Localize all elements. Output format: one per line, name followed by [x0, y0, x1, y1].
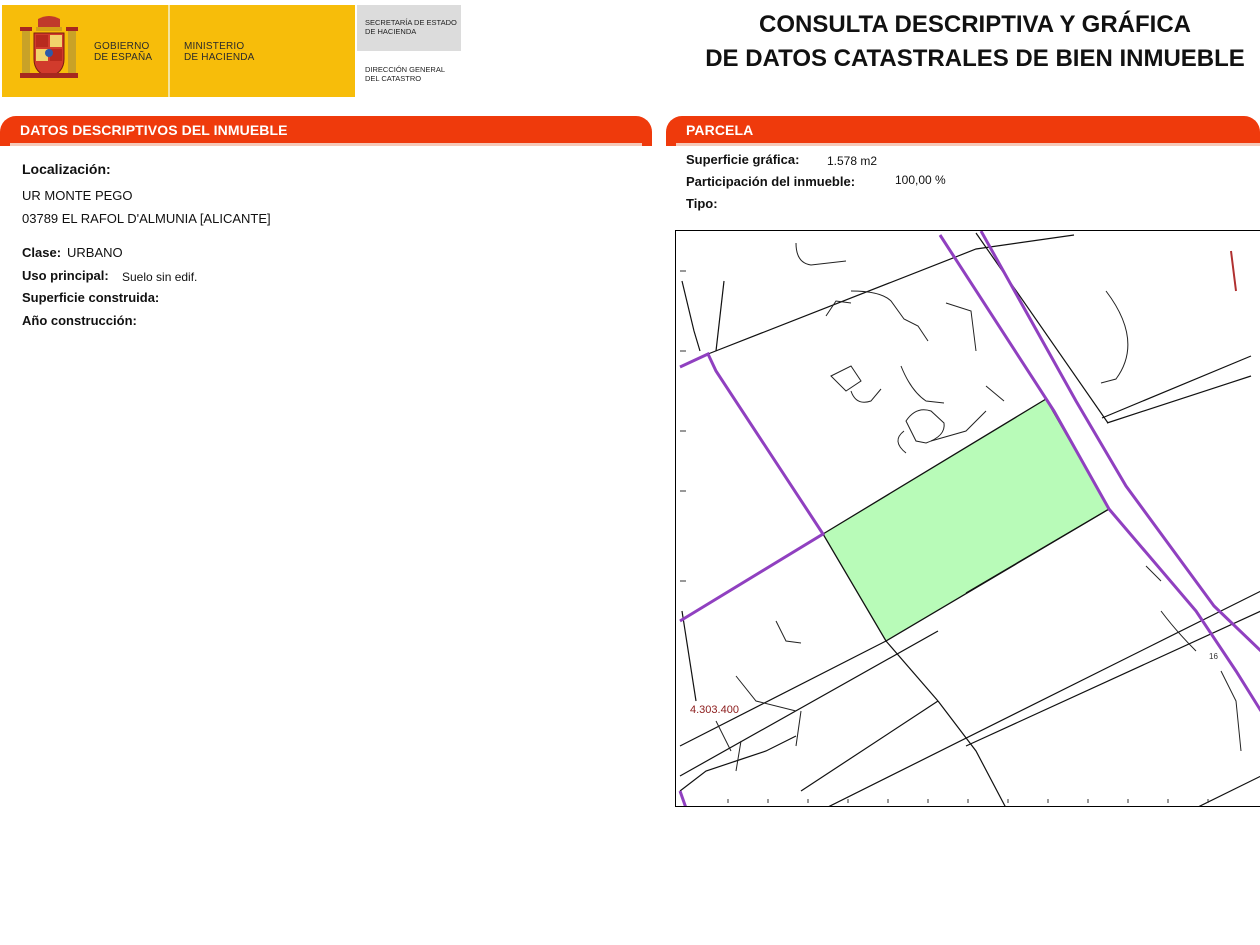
map-coordinate-label: 4.303.400 [690, 704, 739, 716]
secretaria-text: SECRETARÍA DE ESTADO DE HACIENDA [365, 18, 457, 36]
secretaria-line1: SECRETARÍA DE ESTADO [365, 18, 457, 27]
localizacion-label: Localización: [22, 161, 111, 177]
gobierno-line2: DE ESPAÑA [94, 52, 153, 63]
ministerio-line2: DE HACIENDA [184, 52, 255, 63]
superficie-grafica-label: Superficie gráfica: [686, 152, 800, 167]
clase-value: URBANO [67, 245, 123, 260]
descriptivos-header-edge [10, 143, 642, 146]
address-line1: UR MONTE PEGO [22, 188, 133, 203]
direccion-line2: DEL CATASTRO [365, 74, 422, 83]
descriptivos-header: DATOS DESCRIPTIVOS DEL INMUEBLE [0, 116, 652, 146]
gobierno-logo-block: GOBIERNO DE ESPAÑA MINISTERIO DE HACIEND… [2, 5, 355, 97]
page-title-line2: DE DATOS CATASTRALES DE BIEN INMUEBLE [705, 45, 1245, 72]
edge-mark [1230, 250, 1237, 292]
cadastral-map-svg: 4.303.400 16 [678, 231, 1260, 806]
logo-divider [168, 5, 170, 97]
clase-label: Clase: [22, 245, 62, 260]
parcela-header: PARCELA [666, 116, 1260, 146]
uso-principal-value: Suelo sin edif. [122, 270, 198, 284]
coat-of-arms-icon [20, 16, 78, 78]
direccion-text: DIRECCIÓN GENERAL DEL CATASTRO [365, 65, 445, 83]
tipo-label: Tipo: [686, 196, 718, 211]
ministerio-logo-text: MINISTERIO DE HACIENDA [184, 41, 255, 63]
page-title: CONSULTA DESCRIPTIVA Y GRÁFICA DE DATOS … [690, 8, 1260, 76]
anio-construccion-label: Año construcción: [22, 313, 137, 328]
direccion-line1: DIRECCIÓN GENERAL [365, 65, 446, 74]
descriptivos-title: DATOS DESCRIPTIVOS DEL INMUEBLE [20, 122, 288, 138]
address-line2: 03789 EL RAFOL D'ALMUNIA [ALICANTE] [22, 211, 271, 226]
cadastral-map[interactable]: 4.303.400 16 [675, 230, 1260, 807]
ministerio-line1: MINISTERIO [184, 41, 245, 52]
secretaria-line2: DE HACIENDA [365, 27, 417, 36]
parcela-title: PARCELA [686, 122, 754, 138]
participacion-label: Participación del inmueble: [686, 174, 856, 189]
map-house-number: 16 [1209, 652, 1218, 661]
superficie-construida-label: Superficie construida: [22, 290, 160, 305]
uso-principal-label: Uso principal: [22, 268, 109, 283]
participacion-value: 100,00 % [895, 173, 946, 187]
page-title-line1: CONSULTA DESCRIPTIVA Y GRÁFICA [758, 11, 1192, 38]
superficie-grafica-value: 1.578 m2 [827, 154, 878, 168]
gobierno-line1: GOBIERNO [94, 41, 150, 52]
parcela-header-edge [676, 143, 1260, 146]
gobierno-logo-text: GOBIERNO DE ESPAÑA [94, 41, 152, 63]
